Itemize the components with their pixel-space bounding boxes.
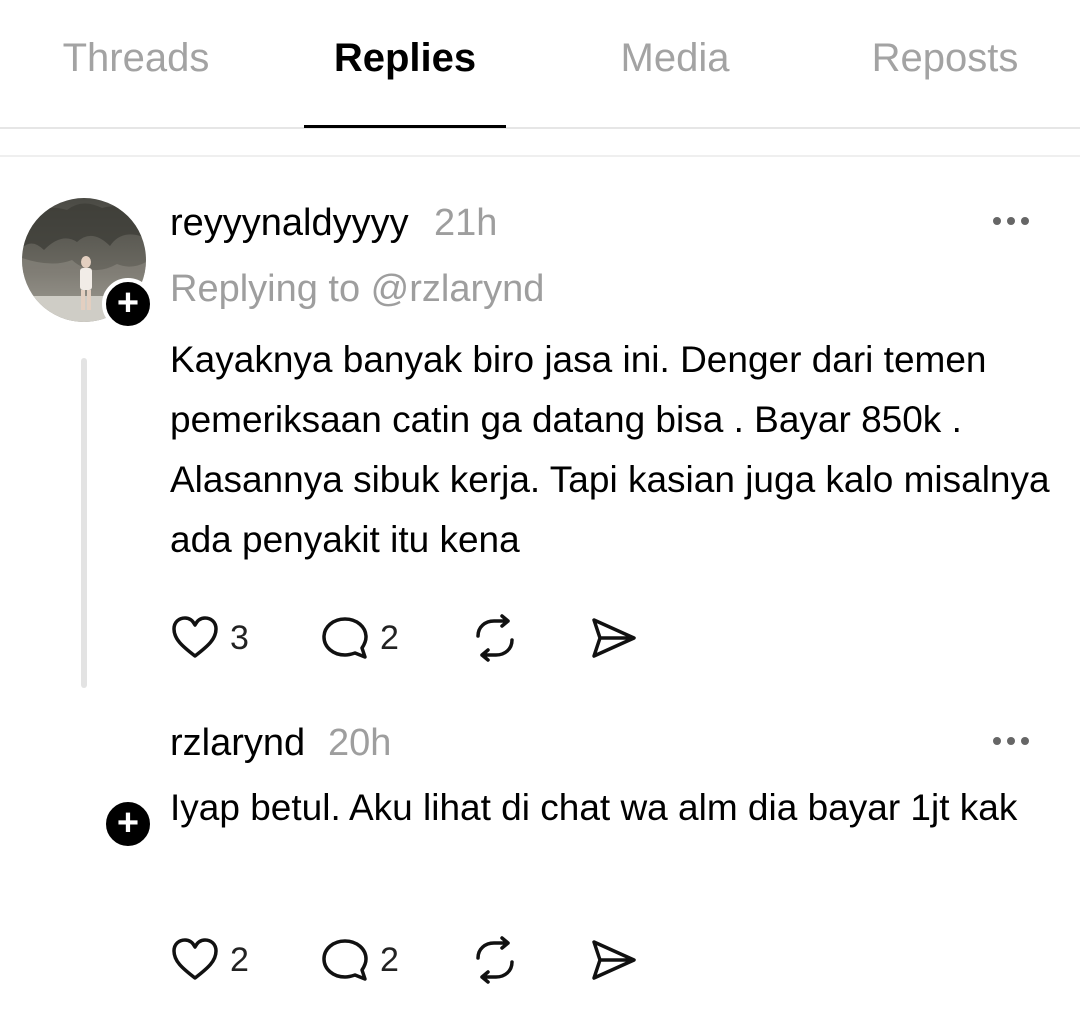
reply-button[interactable]: 2	[320, 614, 410, 662]
tab-replies[interactable]: Replies	[334, 36, 476, 90]
divider	[0, 155, 1080, 157]
profile-tabs: Threads Replies Media Reposts	[0, 0, 1080, 129]
share-button[interactable]	[590, 936, 640, 984]
repost-icon	[476, 614, 514, 662]
like-button[interactable]: 3	[170, 614, 260, 662]
comment-bubble-icon	[322, 939, 368, 981]
heart-icon	[172, 938, 218, 980]
like-count: 3	[230, 619, 249, 657]
repost-button[interactable]	[470, 936, 520, 984]
like-count: 2	[230, 941, 249, 979]
post-text: Iyap betul. Aku lihat di chat wa alm dia…	[170, 787, 1018, 828]
username[interactable]: rzlarynd	[170, 722, 305, 765]
repost-icon	[476, 936, 514, 984]
comment-bubble-icon	[322, 617, 368, 659]
active-tab-indicator	[304, 125, 506, 128]
reply-count: 2	[380, 619, 399, 657]
username[interactable]: reyyynaldyyyy	[170, 202, 409, 245]
thread-connector-line	[81, 358, 87, 688]
tab-reposts[interactable]: Reposts	[872, 36, 1019, 90]
reply-button[interactable]: 2	[320, 936, 410, 984]
timestamp: 20h	[328, 722, 392, 764]
reply-count: 2	[380, 941, 399, 979]
replying-to-label[interactable]: Replying to @rzlarynd	[170, 268, 544, 311]
send-icon	[592, 618, 636, 658]
share-button[interactable]	[590, 614, 640, 662]
like-button[interactable]: 2	[170, 936, 260, 984]
more-horizontal-icon[interactable]	[993, 737, 1033, 747]
follow-plus-icon[interactable]: +	[102, 798, 154, 850]
repost-button[interactable]	[470, 614, 520, 662]
timestamp: 21h	[434, 202, 498, 244]
follow-plus-icon[interactable]: +	[102, 278, 154, 330]
tab-threads[interactable]: Threads	[63, 36, 210, 90]
send-icon	[592, 940, 636, 980]
heart-icon	[172, 616, 218, 658]
post-text: Kayaknya banyak biro jasa ini. Denger da…	[170, 339, 1050, 560]
more-horizontal-icon[interactable]	[993, 217, 1033, 227]
tab-media[interactable]: Media	[621, 36, 730, 90]
